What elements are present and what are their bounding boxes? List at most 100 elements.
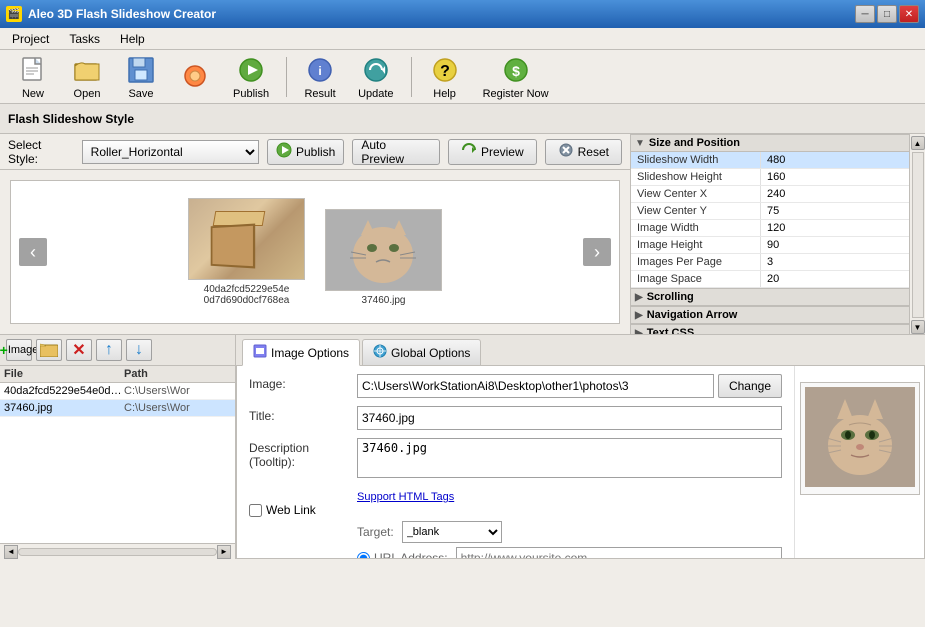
toolbar-separator <box>286 57 287 97</box>
reset-icon <box>558 142 574 161</box>
register-button[interactable]: $ Register Now <box>474 50 558 104</box>
section-text-css-label: Text CSS <box>647 327 694 334</box>
delete-button[interactable]: ✕ <box>66 339 92 361</box>
section-size-position[interactable]: ▼ Size and Position <box>631 134 909 152</box>
update-icon <box>360 54 392 86</box>
down-icon: ↓ <box>135 341 143 359</box>
style-select[interactable]: Roller_Horizontal <box>82 140 259 164</box>
result-icon: i <box>304 54 336 86</box>
publish-small-icon <box>276 142 292 161</box>
file-scrollbar[interactable]: ◄ ► <box>0 543 235 559</box>
col-file-label: File <box>4 368 124 380</box>
preview-icon <box>461 142 477 161</box>
target-row: Target: _blank _self <box>357 521 782 543</box>
new-button[interactable]: New <box>8 50 58 104</box>
support-html-link[interactable]: Support HTML Tags <box>357 491 454 503</box>
props-row-slideshow-height[interactable]: Slideshow Height 160 <box>631 169 909 186</box>
section-navigation[interactable]: ▶ Navigation Arrow <box>631 306 909 324</box>
toolbar: New Open Save Publish i Result Upda <box>0 50 925 104</box>
next-arrow-button[interactable]: › <box>583 238 611 266</box>
file-list-header: File Path <box>0 366 235 383</box>
section-scrolling[interactable]: ▶ Scrolling <box>631 288 909 306</box>
props-row-view-center-y[interactable]: View Center Y 75 <box>631 203 909 220</box>
url-address-label: URL Address: <box>374 551 448 559</box>
file-row-1[interactable]: 40da2fcd5229e54e0d7... C:\Users\Wor <box>0 383 235 400</box>
window-controls[interactable]: ─ □ ✕ <box>855 5 919 23</box>
menu-help[interactable]: Help <box>116 31 149 47</box>
image-options-tab-icon <box>253 344 267 361</box>
scroll-down-button[interactable]: ▼ <box>911 320 925 334</box>
weblink-checkbox-label[interactable]: Web Link <box>249 503 349 517</box>
menu-bar: Project Tasks Help <box>0 28 925 50</box>
url-radio-label[interactable]: URL Address: <box>357 551 448 559</box>
close-button[interactable]: ✕ <box>899 5 919 23</box>
props-row-image-space[interactable]: Image Space 20 <box>631 271 909 288</box>
props-row-view-center-x[interactable]: View Center X 240 <box>631 186 909 203</box>
file-row-2[interactable]: 37460.jpg C:\Users\Wor <box>0 400 235 417</box>
add-folder-button[interactable] <box>36 339 62 361</box>
prev-arrow-button[interactable]: ‹ <box>19 238 47 266</box>
menu-project[interactable]: Project <box>8 31 53 47</box>
open-icon <box>71 54 103 86</box>
result-label: Result <box>304 88 335 100</box>
maximize-button[interactable]: □ <box>877 5 897 23</box>
description-textarea[interactable]: 37460.jpg <box>357 438 782 478</box>
props-val-view-center-y: 75 <box>761 203 909 219</box>
image-path-input[interactable] <box>357 374 714 398</box>
form-row-title: Title: <box>249 406 782 430</box>
change-button[interactable]: Change <box>718 374 782 398</box>
reset-label: Reset <box>578 145 609 159</box>
help-button[interactable]: ? Help <box>420 50 470 104</box>
reset-button[interactable]: Reset <box>545 139 622 165</box>
file-list-panel: + Image ✕ ↑ ↓ File <box>0 335 236 559</box>
publish-button[interactable]: Publish <box>224 50 278 104</box>
move-up-button[interactable]: ↑ <box>96 339 122 361</box>
open-button[interactable]: Open <box>62 50 112 104</box>
url-input[interactable] <box>456 547 782 559</box>
props-scrollbar[interactable]: ▲ ▼ <box>909 134 925 334</box>
help-icon: ? <box>429 54 461 86</box>
help-label: Help <box>433 88 456 100</box>
scroll-up-button[interactable]: ▲ <box>911 136 925 150</box>
auto-preview-button[interactable]: Auto Preview <box>352 139 440 165</box>
target-select[interactable]: _blank _self <box>402 521 502 543</box>
toolbar-separator-2 <box>411 57 412 97</box>
slideshow-preview: ‹ 40da2fcd5229e54e0d7d690d0cf768ea <box>10 180 620 324</box>
properties-scrollable: ▼ Size and Position Slideshow Width 480 … <box>631 134 909 334</box>
props-row-image-width[interactable]: Image Width 120 <box>631 220 909 237</box>
add-image-button[interactable]: + Image <box>6 339 32 361</box>
section-text-css[interactable]: ▶ Text CSS <box>631 324 909 334</box>
form-row-image: Image: Change <box>249 374 782 398</box>
preview-button[interactable]: Preview <box>448 139 537 165</box>
menu-tasks[interactable]: Tasks <box>65 31 104 47</box>
save-icon <box>125 54 157 86</box>
props-val-slideshow-width: 480 <box>761 152 909 168</box>
move-down-button[interactable]: ↓ <box>126 339 152 361</box>
result-button[interactable]: i Result <box>295 50 345 104</box>
slide-label-2: 37460.jpg <box>362 295 406 306</box>
tab-global-options[interactable]: Global Options <box>362 339 481 365</box>
update-label: Update <box>358 88 393 100</box>
svg-text:$: $ <box>512 63 520 79</box>
hscroll-left[interactable]: ◄ <box>4 545 18 559</box>
hscroll-track <box>18 548 217 556</box>
props-row-slideshow-width[interactable]: Slideshow Width 480 <box>631 152 909 169</box>
url-radio[interactable] <box>357 552 370 560</box>
props-val-slideshow-height: 160 <box>761 169 909 185</box>
publish-small-button[interactable]: Publish <box>267 139 344 165</box>
slide-image-1 <box>188 198 305 280</box>
tab-image-options[interactable]: Image Options <box>242 339 360 366</box>
style-button[interactable] <box>170 56 220 98</box>
weblink-checkbox[interactable] <box>249 504 262 517</box>
props-row-image-height[interactable]: Image Height 90 <box>631 237 909 254</box>
target-label: Target: <box>357 525 394 539</box>
hscroll-right[interactable]: ► <box>217 545 231 559</box>
title-input[interactable] <box>357 406 782 430</box>
html-link-row: Support HTML Tags <box>249 489 782 503</box>
save-button[interactable]: Save <box>116 50 166 104</box>
tab-content: Image: Change Title: <box>236 366 925 559</box>
update-button[interactable]: Update <box>349 50 402 104</box>
props-row-images-per-page[interactable]: Images Per Page 3 <box>631 254 909 271</box>
props-key-image-space: Image Space <box>631 271 761 287</box>
minimize-button[interactable]: ─ <box>855 5 875 23</box>
